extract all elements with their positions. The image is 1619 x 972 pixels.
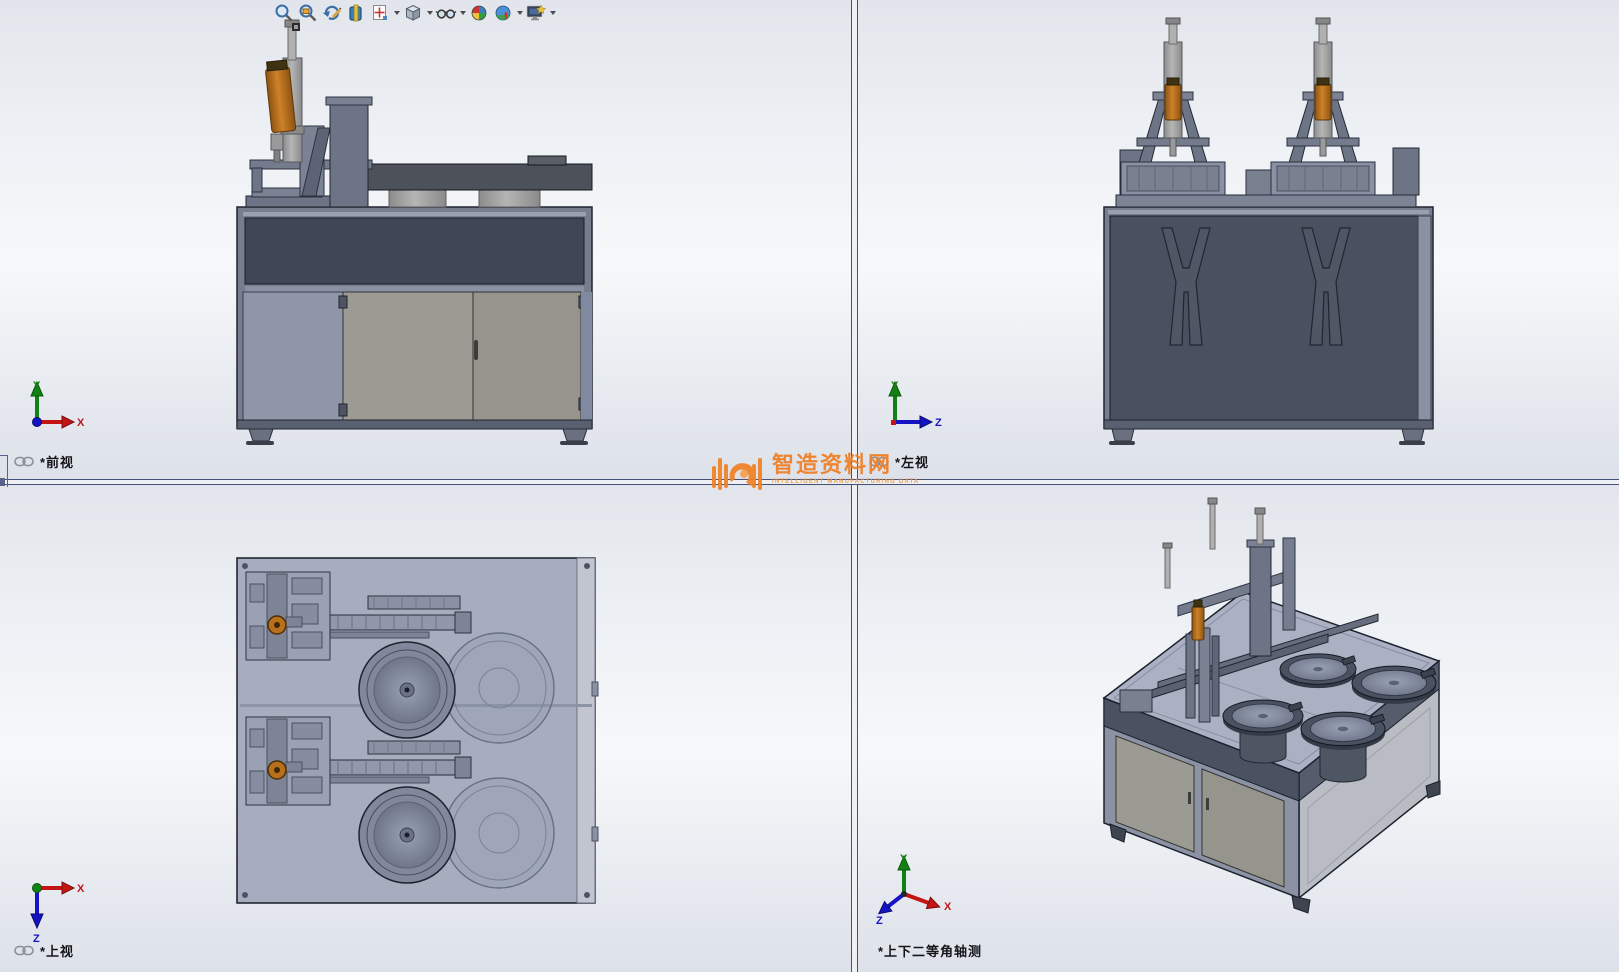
display-style-dropdown[interactable] xyxy=(425,1,434,25)
horizontal-splitter[interactable] xyxy=(0,479,1619,485)
section-view-icon[interactable] xyxy=(344,1,368,25)
left-cabinet xyxy=(1104,207,1433,445)
display-style-icon[interactable] xyxy=(401,1,425,25)
left-view-label: *左视 xyxy=(895,452,929,471)
hide-show-items-icon[interactable] xyxy=(434,1,458,25)
top-axis-right-label: X xyxy=(77,883,85,895)
left-view-model[interactable] xyxy=(858,0,1619,480)
iso-axis-x-label: X xyxy=(944,901,952,913)
view-orientation-dropdown[interactable] xyxy=(392,1,401,25)
view-settings-dropdown[interactable] xyxy=(548,1,557,25)
previous-view-icon[interactable] xyxy=(320,1,344,25)
front-view-model[interactable] xyxy=(0,0,851,480)
front-view-label: *前视 xyxy=(40,452,74,471)
cad-multiview-window: Y X *前视 xyxy=(0,0,1619,972)
splitter-left-handle[interactable] xyxy=(0,455,8,487)
iso-axis-up-label: Y xyxy=(900,853,908,865)
left-axis-right-label: Z xyxy=(935,417,942,429)
viewport-top[interactable]: X Z *上视 xyxy=(0,486,851,972)
viewport-front[interactable]: Y X *前视 xyxy=(0,0,851,480)
front-axis-up-label: Y xyxy=(33,380,41,392)
isometric-view-model[interactable] xyxy=(858,486,1619,972)
viewport-left[interactable]: Y Z *左视 xyxy=(858,0,1619,480)
linked-view-icon xyxy=(869,456,889,467)
view-settings-icon[interactable] xyxy=(524,1,548,25)
left-triad: Y Z xyxy=(868,378,944,440)
iso-axis-z-label: Z xyxy=(876,915,883,927)
top-view-model[interactable] xyxy=(0,486,851,972)
isometric-view-label: *上下二等角轴测 xyxy=(878,941,982,960)
linked-view-icon xyxy=(14,945,34,956)
zoom-to-fit-icon[interactable] xyxy=(272,1,296,25)
front-triad: Y X xyxy=(10,378,86,440)
top-view-label: *上视 xyxy=(40,941,74,960)
left-top-equipment xyxy=(1116,18,1419,207)
top-triad: X Z xyxy=(10,872,86,948)
toolbar-overflow-marker xyxy=(292,23,300,31)
front-cabinet xyxy=(237,207,592,445)
front-bowl-feeders xyxy=(362,156,592,207)
vertical-splitter[interactable] xyxy=(851,0,858,972)
edit-appearance-icon[interactable] xyxy=(467,1,491,25)
heads-up-view-toolbar xyxy=(272,1,557,25)
linked-view-icon xyxy=(14,456,34,467)
viewport-isometric[interactable]: Y X Z *上下二等角轴测 xyxy=(858,486,1619,972)
apply-scene-icon[interactable] xyxy=(491,1,515,25)
left-axis-up-label: Y xyxy=(891,380,899,392)
front-axis-right-label: X xyxy=(77,417,85,429)
iso-triad: Y X Z xyxy=(872,848,962,932)
view-orientation-icon[interactable] xyxy=(368,1,392,25)
apply-scene-dropdown[interactable] xyxy=(515,1,524,25)
hide-show-items-dropdown[interactable] xyxy=(458,1,467,25)
front-dispense-tower xyxy=(246,20,372,207)
zoom-to-area-icon[interactable] xyxy=(296,1,320,25)
